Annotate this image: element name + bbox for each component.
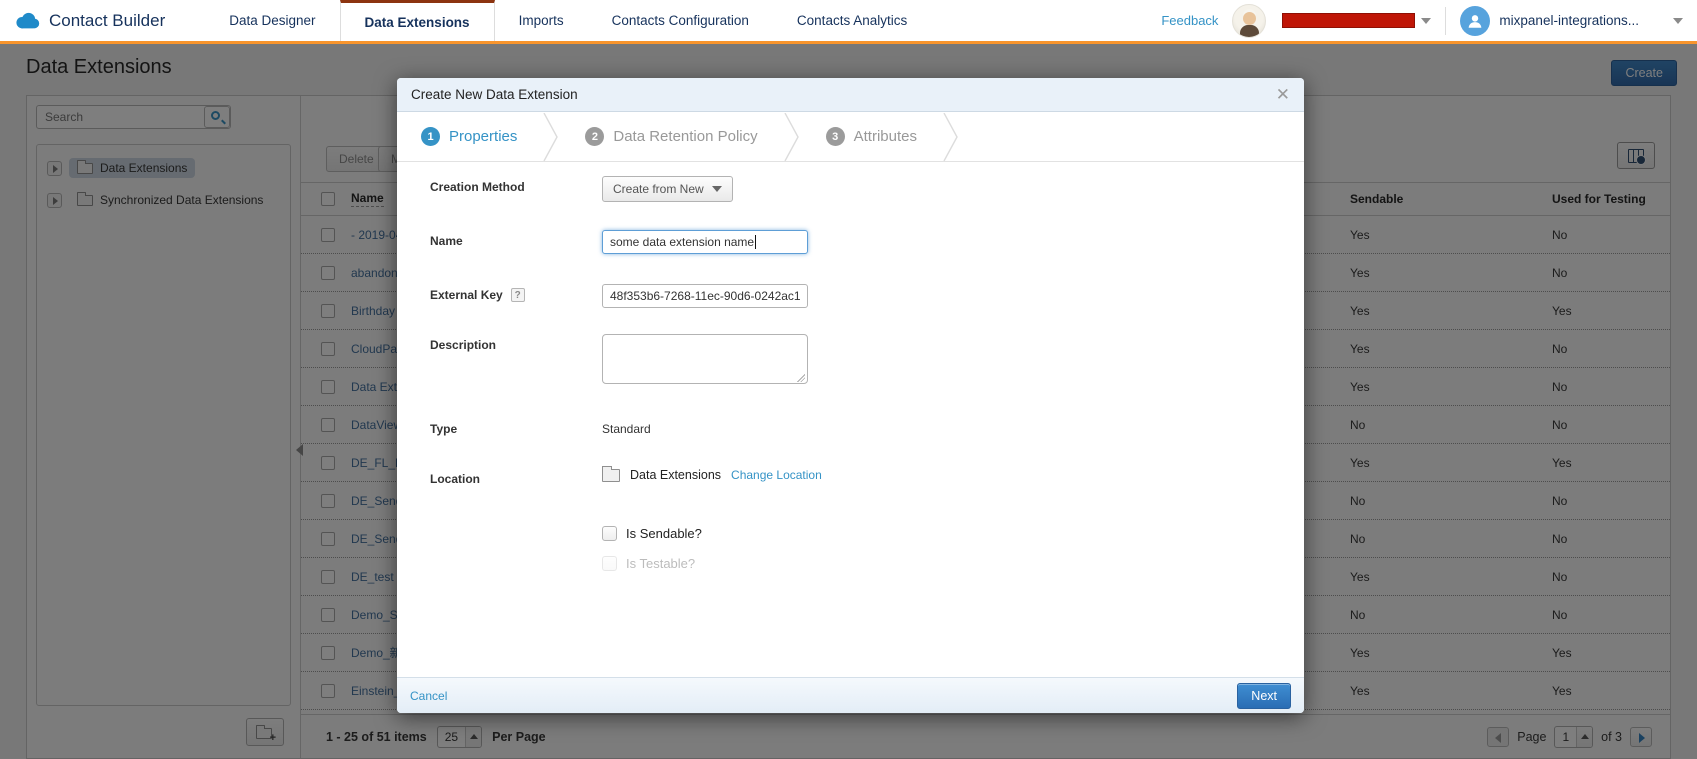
cloud-logo-icon [14, 12, 40, 30]
name-row: Name some data extension name [430, 230, 808, 254]
chevron-down-icon[interactable] [1421, 18, 1431, 24]
step-separator [784, 113, 800, 161]
feedback-link[interactable]: Feedback [1161, 13, 1218, 28]
name-input[interactable]: some data extension name [602, 230, 808, 254]
einstein-avatar[interactable] [1232, 4, 1266, 38]
change-location-link[interactable]: Change Location [731, 468, 822, 482]
app-title: Contact Builder [49, 11, 165, 31]
type-row: Type Standard [430, 418, 651, 436]
modal-titlebar: Create New Data Extension ✕ [397, 78, 1304, 112]
cancel-link[interactable]: Cancel [410, 689, 447, 703]
step-properties[interactable]: 1 Properties [421, 127, 543, 146]
creation-method-label: Creation Method [430, 176, 602, 194]
help-icon[interactable]: ? [511, 288, 525, 302]
header-divider [1445, 7, 1446, 35]
external-key-row: External Key ? [430, 284, 808, 308]
close-icon[interactable]: ✕ [1276, 86, 1290, 103]
user-avatar[interactable] [1460, 6, 1490, 36]
account-name[interactable]: mixpanel-integrations... [1499, 13, 1639, 28]
folder-icon [602, 469, 620, 482]
modal-footer: Cancel Next [397, 677, 1304, 713]
type-label: Type [430, 418, 602, 436]
nav-tab-contacts-configuration[interactable]: Contacts Configuration [588, 0, 773, 41]
step-separator [543, 113, 559, 161]
nav-tab-data-designer[interactable]: Data Designer [205, 0, 339, 41]
account-chevron-down-icon[interactable] [1673, 18, 1683, 24]
step-data-retention-policy[interactable]: 2 Data Retention Policy [585, 127, 783, 146]
chevron-down-icon [712, 186, 722, 192]
person-icon [1466, 12, 1484, 30]
is-sendable-checkbox[interactable] [602, 526, 617, 541]
primary-nav: Data Designer Data Extensions Imports Co… [205, 0, 931, 41]
location-row: Location Data Extensions Change Location [430, 468, 822, 486]
brand: Contact Builder [0, 0, 205, 41]
description-label: Description [430, 334, 602, 352]
external-key-label: External Key [430, 288, 503, 302]
nav-tab-contacts-analytics[interactable]: Contacts Analytics [773, 0, 931, 41]
modal-body: Creation Method Create from New Name som… [397, 162, 1304, 677]
step-attributes[interactable]: 3 Attributes [826, 127, 943, 146]
is-sendable-row: Is Sendable? [602, 526, 702, 541]
nav-tab-data-extensions[interactable]: Data Extensions [340, 0, 495, 41]
creation-method-row: Creation Method Create from New [430, 176, 733, 202]
name-label: Name [430, 230, 602, 248]
create-data-extension-modal: Create New Data Extension ✕ 1 Properties… [397, 78, 1304, 713]
top-navbar: Contact Builder Data Designer Data Exten… [0, 0, 1697, 44]
nav-tab-imports[interactable]: Imports [495, 0, 588, 41]
redacted-account-block[interactable] [1282, 13, 1415, 28]
next-button[interactable]: Next [1237, 683, 1291, 709]
is-testable-checkbox [602, 556, 617, 571]
creation-method-dropdown[interactable]: Create from New [602, 176, 733, 202]
is-sendable-label: Is Sendable? [626, 526, 702, 541]
app-root: Contact Builder Data Designer Data Exten… [0, 0, 1697, 759]
is-testable-label: Is Testable? [626, 556, 695, 571]
header-right: Feedback mixpanel-integrations... [1161, 0, 1697, 41]
step-separator [943, 113, 959, 161]
text-cursor [755, 235, 756, 249]
external-key-input[interactable] [602, 284, 808, 308]
location-label: Location [430, 468, 602, 486]
is-testable-row: Is Testable? [602, 556, 695, 571]
description-row: Description [430, 334, 808, 387]
description-textarea[interactable] [602, 334, 808, 384]
type-value: Standard [602, 418, 651, 436]
wizard-steps: 1 Properties 2 Data Retention Policy 3 A… [397, 112, 1304, 162]
modal-title: Create New Data Extension [411, 87, 578, 102]
location-value: Data Extensions [630, 468, 721, 482]
